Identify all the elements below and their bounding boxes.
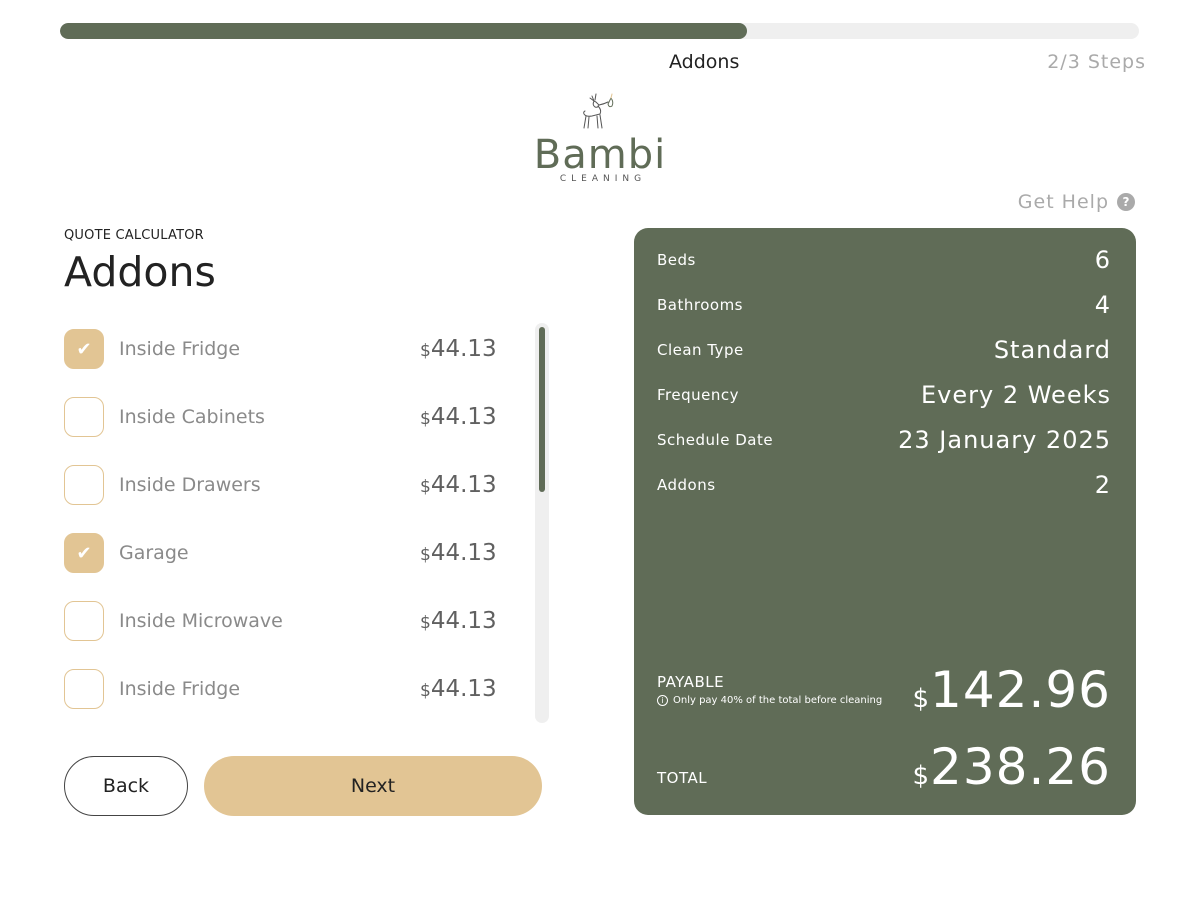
addon-price-value: 44.13 bbox=[430, 472, 497, 498]
addon-row[interactable]: Inside Fridge $44.13 bbox=[64, 664, 504, 714]
total-label: TOTAL bbox=[657, 769, 708, 787]
summary-row-value: 2 bbox=[1094, 471, 1111, 499]
page-title: Addons bbox=[64, 248, 216, 296]
currency-symbol: $ bbox=[420, 341, 431, 361]
summary-row: Clean Type Standard bbox=[657, 335, 1111, 365]
summary-row-value: 6 bbox=[1094, 246, 1111, 274]
summary-row-label: Beds bbox=[657, 251, 696, 269]
summary-row-value: Every 2 Weeks bbox=[921, 381, 1111, 409]
payable-amount-value: 142.96 bbox=[930, 661, 1111, 719]
currency-symbol: $ bbox=[420, 545, 431, 565]
checkmark-icon: ✔ bbox=[76, 338, 92, 360]
addon-row[interactable]: Inside Drawers $44.13 bbox=[64, 460, 504, 510]
payable-note-text: Only pay 40% of the total before cleanin… bbox=[673, 695, 883, 706]
addon-label: Garage bbox=[119, 542, 189, 564]
addon-label: Inside Microwave bbox=[119, 610, 283, 632]
addon-price: $44.13 bbox=[420, 336, 497, 362]
summary-row: Frequency Every 2 Weeks bbox=[657, 380, 1111, 410]
payable-label: PAYABLE bbox=[657, 673, 725, 691]
next-button[interactable]: Next bbox=[204, 756, 542, 816]
summary-row: Bathrooms 4 bbox=[657, 290, 1111, 320]
addon-label: Inside Cabinets bbox=[119, 406, 265, 428]
progress-bar bbox=[60, 23, 1139, 39]
addon-row[interactable]: Inside Microwave $44.13 bbox=[64, 596, 504, 646]
addon-price-value: 44.13 bbox=[430, 676, 497, 702]
addon-row[interactable]: ✔ Inside Fridge $44.13 bbox=[64, 324, 504, 374]
currency-symbol: $ bbox=[420, 409, 431, 429]
summary-row-value: Standard bbox=[993, 336, 1111, 364]
addon-checkbox[interactable] bbox=[64, 669, 104, 709]
help-icon[interactable]: ? bbox=[1117, 193, 1135, 211]
addon-price-value: 44.13 bbox=[430, 404, 497, 430]
addon-list-scrollbar[interactable] bbox=[535, 323, 549, 723]
deer-icon bbox=[583, 93, 614, 129]
total-amount: $238.26 bbox=[913, 738, 1112, 796]
summary-row: Addons 2 bbox=[657, 470, 1111, 500]
addon-checkbox[interactable] bbox=[64, 601, 104, 641]
addon-label: Inside Drawers bbox=[119, 474, 261, 496]
brand-tagline: CLEANING bbox=[559, 174, 647, 184]
addon-checkbox[interactable] bbox=[64, 465, 104, 505]
addon-label: Inside Fridge bbox=[119, 338, 241, 360]
currency-symbol: $ bbox=[420, 613, 431, 633]
addon-row[interactable]: Inside Cabinets $44.13 bbox=[64, 392, 504, 442]
addon-price: $44.13 bbox=[420, 540, 497, 566]
addon-price: $44.13 bbox=[420, 676, 497, 702]
progress-bar-fill bbox=[60, 23, 748, 39]
addon-label: Inside Fridge bbox=[119, 678, 241, 700]
addon-price-value: 44.13 bbox=[430, 540, 497, 566]
addon-checkbox[interactable] bbox=[64, 397, 104, 437]
get-help-link[interactable]: Get Help ? bbox=[1018, 191, 1135, 213]
summary-row-label: Addons bbox=[657, 476, 716, 494]
currency-symbol: $ bbox=[912, 684, 931, 714]
addon-price-value: 44.13 bbox=[430, 608, 497, 634]
summary-row-value: 4 bbox=[1094, 291, 1111, 319]
summary-row-value: 23 January 2025 bbox=[898, 426, 1111, 454]
addon-checkbox[interactable]: ✔ bbox=[64, 533, 104, 573]
scrollbar-thumb[interactable] bbox=[539, 327, 545, 492]
summary-row-label: Frequency bbox=[657, 386, 739, 404]
brand-logo: Bambi CLEANING bbox=[520, 88, 680, 188]
summary-row-label: Clean Type bbox=[657, 341, 744, 359]
summary-row: Schedule Date 23 January 2025 bbox=[657, 425, 1111, 455]
current-step-name: Addons bbox=[669, 51, 740, 73]
section-eyebrow: QUOTE CALCULATOR bbox=[64, 228, 204, 243]
summary-row-label: Bathrooms bbox=[657, 296, 743, 314]
addon-checkbox[interactable]: ✔ bbox=[64, 329, 104, 369]
addon-price: $44.13 bbox=[420, 404, 497, 430]
addon-row[interactable]: ✔ Garage $44.13 bbox=[64, 528, 504, 578]
summary-row: Beds 6 bbox=[657, 245, 1111, 275]
quote-summary-panel: Beds 6 Bathrooms 4 Clean Type Standard Frequen… bbox=[634, 228, 1136, 815]
info-icon: i bbox=[657, 695, 668, 706]
get-help-label: Get Help bbox=[1017, 191, 1109, 213]
summary-row-label: Schedule Date bbox=[657, 431, 774, 449]
back-button[interactable]: Back bbox=[64, 756, 188, 816]
brand-name: Bambi bbox=[533, 132, 667, 178]
currency-symbol: $ bbox=[912, 761, 931, 791]
addon-price-value: 44.13 bbox=[430, 336, 497, 362]
step-counter: 2/3 Steps bbox=[1047, 51, 1146, 73]
total-amount-value: 238.26 bbox=[930, 738, 1111, 796]
addon-price: $44.13 bbox=[420, 608, 497, 634]
payable-amount: $142.96 bbox=[913, 661, 1112, 719]
payable-note: i Only pay 40% of the total before clean… bbox=[657, 695, 882, 706]
currency-symbol: $ bbox=[420, 681, 431, 701]
currency-symbol: $ bbox=[420, 477, 431, 497]
addon-price: $44.13 bbox=[420, 472, 497, 498]
checkmark-icon: ✔ bbox=[76, 542, 92, 564]
